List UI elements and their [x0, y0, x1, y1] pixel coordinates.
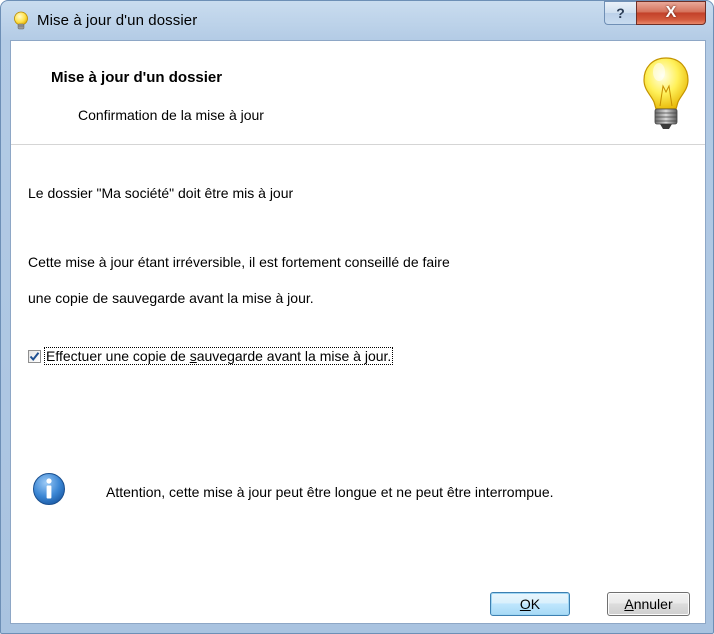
header-title: Mise à jour d'un dossier: [51, 69, 223, 86]
warning-message-line1: Cette mise à jour étant irréversible, il…: [28, 254, 450, 270]
close-button[interactable]: X: [636, 1, 706, 25]
backup-checkbox-row[interactable]: Effectuer une copie de sauvegarde avant …: [28, 346, 394, 366]
help-button-label: ?: [616, 5, 625, 21]
cancel-button[interactable]: Annuler: [607, 592, 690, 616]
dialog-header: Mise à jour d'un dossier Confirmation de…: [11, 41, 705, 145]
ok-accelerator: O: [519, 596, 531, 612]
info-icon: [32, 472, 66, 506]
backup-label-part2: auvegarde avant la mise à jour.: [196, 348, 392, 364]
warning-message-line2: une copie de sauvegarde avant la mise à …: [28, 290, 314, 306]
folder-update-message: Le dossier "Ma société" doit être mis à …: [28, 185, 294, 201]
ok-label: K: [530, 596, 541, 612]
close-icon: X: [665, 4, 677, 21]
info-message: Attention, cette mise à jour peut être l…: [106, 484, 554, 500]
backup-label-part1: Effectuer une copie de: [46, 348, 190, 364]
backup-checkbox-label[interactable]: Effectuer une copie de sauvegarde avant …: [44, 347, 394, 365]
dialog-window: Mise à jour d'un dossier ? X Mise à jour…: [0, 0, 714, 634]
lightbulb-icon: [12, 11, 30, 31]
checkmark-icon: [29, 351, 40, 361]
cancel-label: nnuler: [633, 596, 673, 612]
lightbulb-icon: [641, 56, 691, 132]
backup-checkbox[interactable]: [28, 349, 41, 363]
ok-button[interactable]: OK: [490, 592, 570, 616]
help-button[interactable]: ?: [604, 1, 636, 25]
title-bar[interactable]: Mise à jour d'un dossier ? X: [1, 1, 713, 41]
dialog-client-area: Mise à jour d'un dossier Confirmation de…: [10, 40, 706, 624]
cancel-accelerator: A: [624, 596, 634, 612]
window-title: Mise à jour d'un dossier: [37, 12, 198, 29]
header-subtitle: Confirmation de la mise à jour: [78, 107, 264, 123]
backup-label-accelerator: s: [189, 348, 197, 364]
